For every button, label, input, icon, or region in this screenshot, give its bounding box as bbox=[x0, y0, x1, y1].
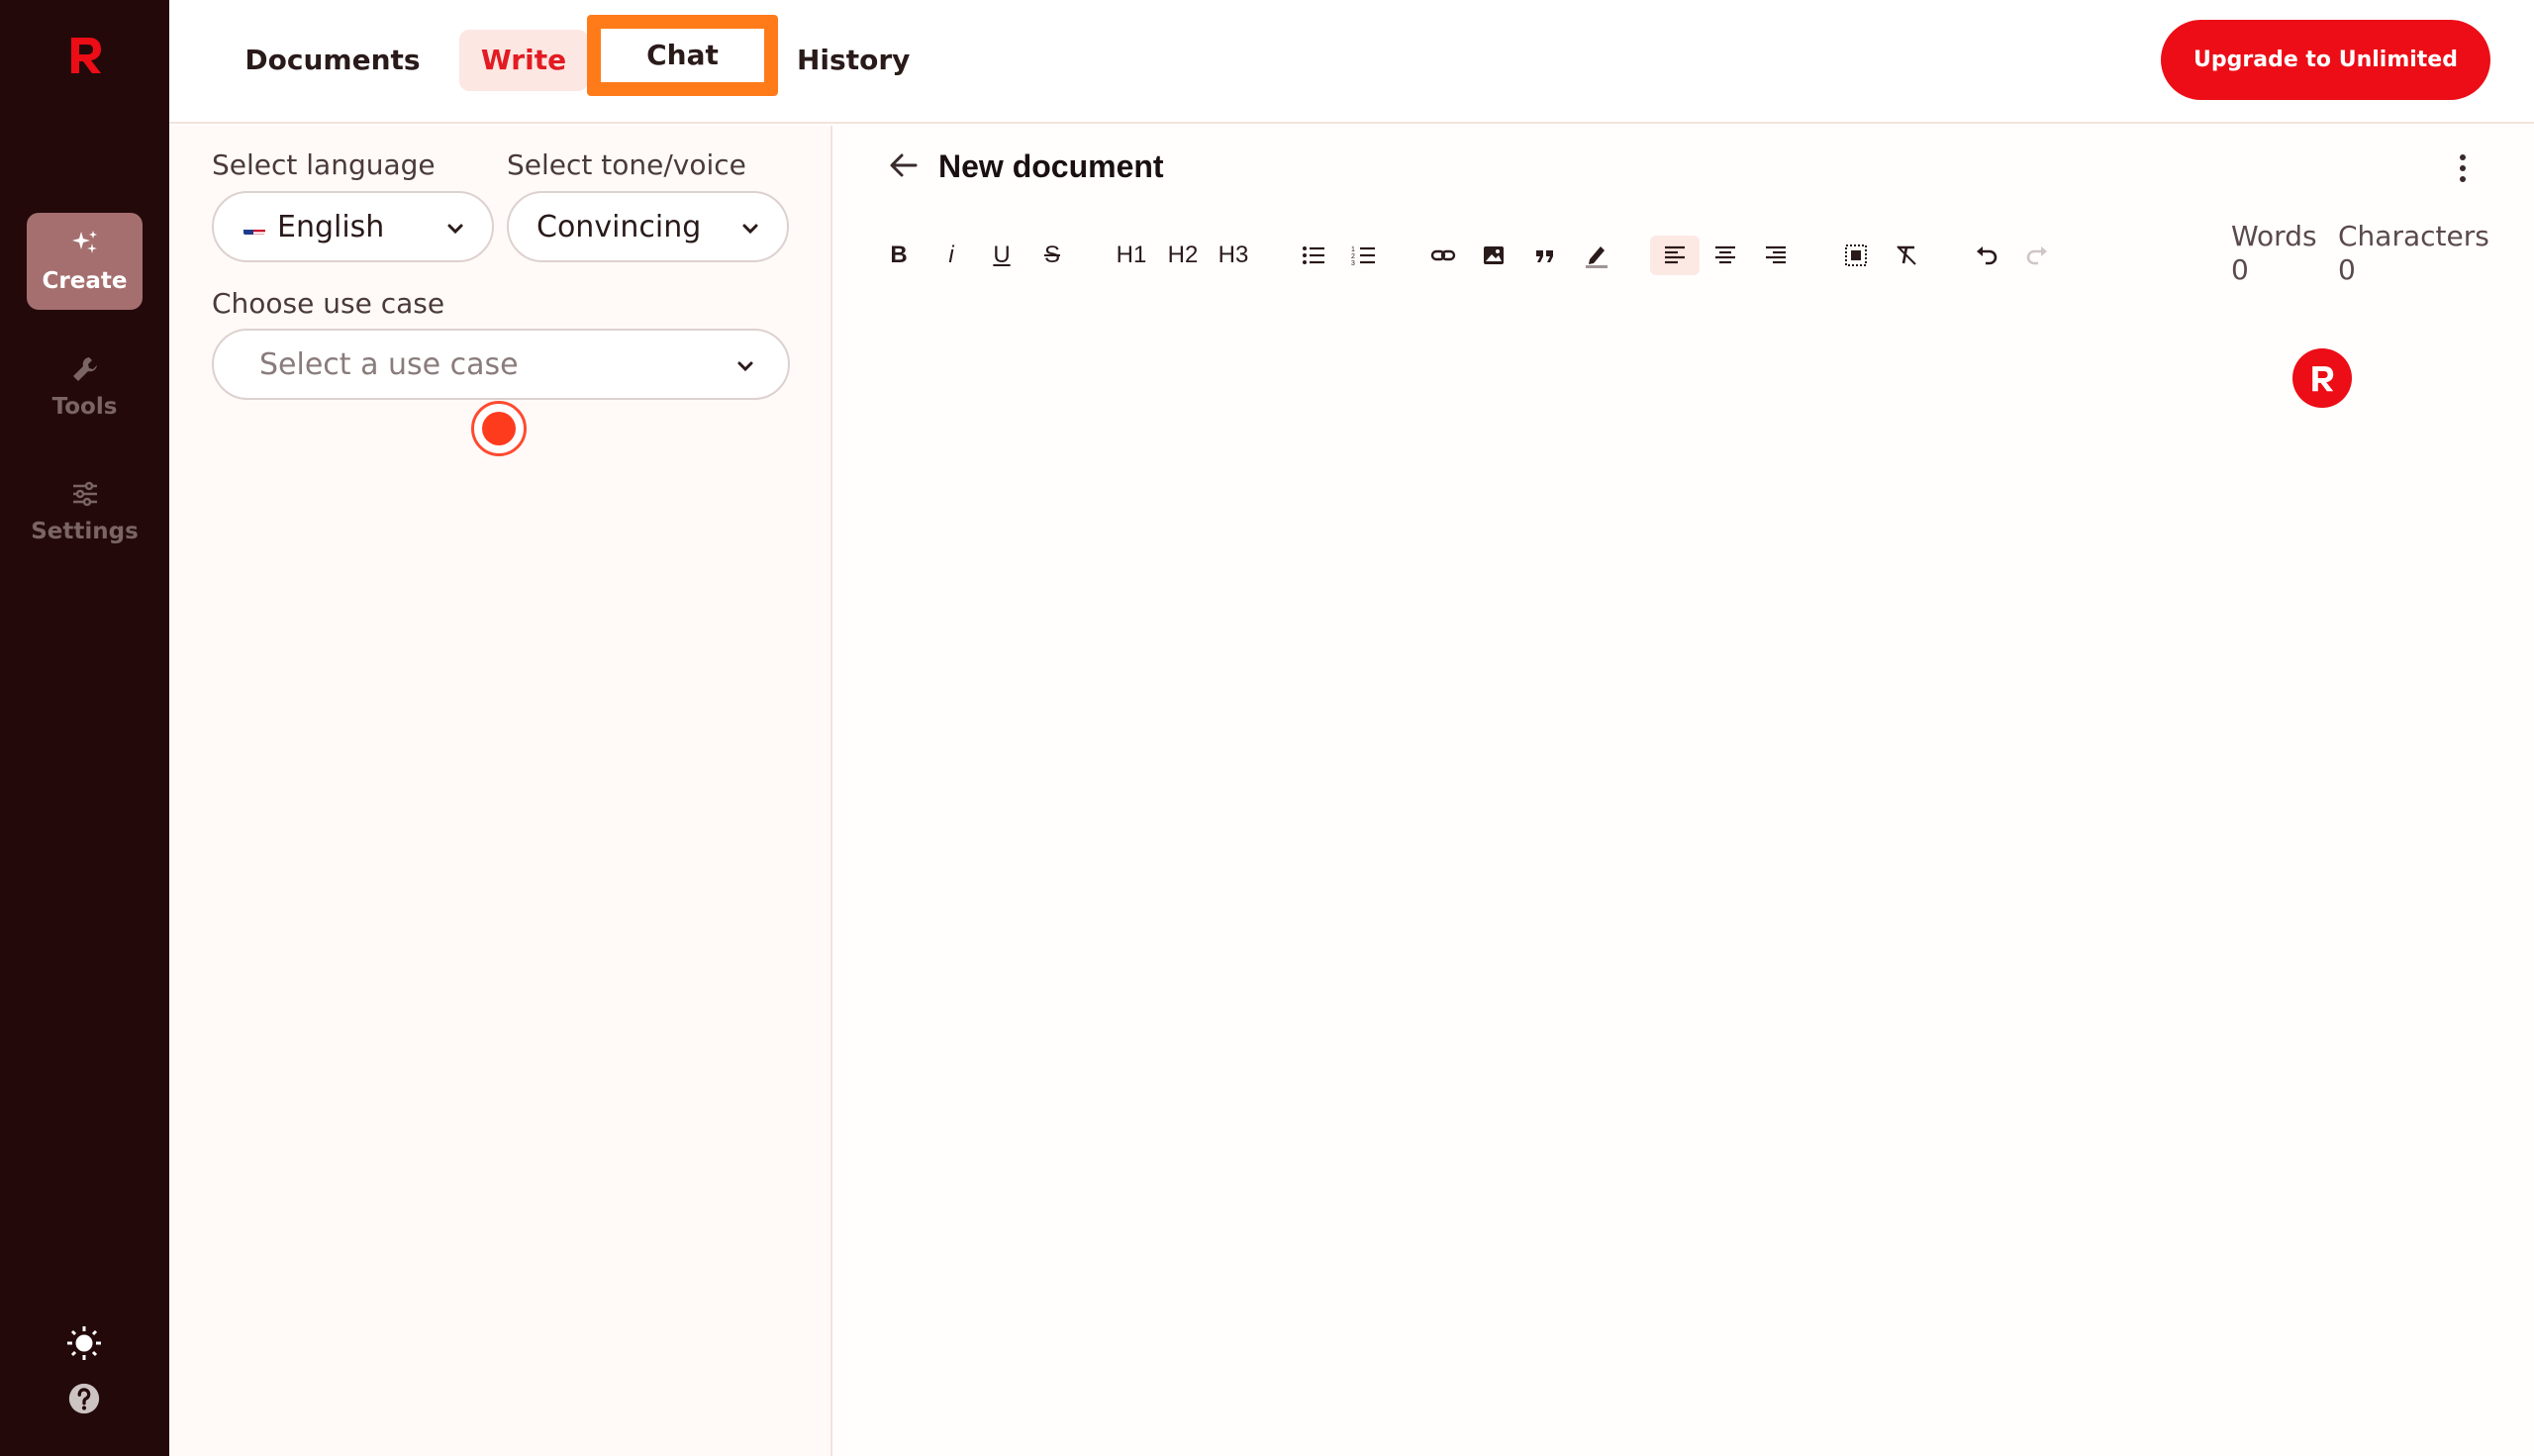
chevron-down-icon bbox=[442, 215, 468, 241]
bullet-list-icon[interactable] bbox=[1299, 236, 1328, 275]
help-icon[interactable] bbox=[65, 1380, 103, 1417]
sidebar-item-label: Settings bbox=[31, 519, 139, 544]
sparkles-icon bbox=[70, 229, 100, 258]
app-logo[interactable] bbox=[65, 34, 105, 75]
language-label: Select language bbox=[212, 148, 436, 181]
tab-documents[interactable]: Documents bbox=[229, 30, 437, 91]
character-counter: Characters 0 bbox=[2338, 220, 2489, 287]
cursor-click-indicator bbox=[471, 401, 527, 456]
usecase-placeholder: Select a use case bbox=[259, 346, 519, 382]
document-title[interactable]: New document bbox=[938, 148, 1164, 185]
editor-area[interactable] bbox=[834, 126, 2534, 1456]
sun-icon[interactable] bbox=[65, 1324, 103, 1362]
assistant-logo-icon[interactable] bbox=[2292, 348, 2352, 408]
sidebar-item-label: Tools bbox=[51, 394, 118, 420]
svg-text:1: 1 bbox=[1351, 246, 1355, 253]
more-options-icon[interactable] bbox=[2451, 152, 2475, 184]
select-all-icon[interactable] bbox=[1841, 236, 1871, 275]
clear-format-icon[interactable] bbox=[1892, 236, 1921, 275]
settings-panel bbox=[169, 126, 832, 1456]
svg-text:3: 3 bbox=[1351, 260, 1355, 267]
sidebar-item-create[interactable]: Create bbox=[27, 213, 143, 310]
align-center-icon[interactable] bbox=[1710, 236, 1740, 275]
tab-chat[interactable]: Chat bbox=[587, 15, 778, 96]
tab-write[interactable]: Write bbox=[459, 30, 588, 91]
top-bar: Documents Write Chat History Upgrade to … bbox=[169, 0, 2534, 124]
bold-button[interactable]: B bbox=[884, 236, 914, 275]
heading2-button[interactable]: H2 bbox=[1164, 236, 1202, 275]
highlight-icon[interactable] bbox=[1581, 236, 1612, 275]
sidebar-item-settings[interactable]: Settings bbox=[27, 463, 143, 560]
characters-label: Characters bbox=[2338, 220, 2489, 252]
chevron-down-icon bbox=[737, 215, 763, 241]
strikethrough-button[interactable]: S bbox=[1037, 236, 1067, 275]
chevron-down-icon bbox=[732, 352, 758, 378]
heading3-button[interactable]: H3 bbox=[1215, 236, 1252, 275]
link-icon[interactable] bbox=[1428, 236, 1458, 275]
tone-label: Select tone/voice bbox=[507, 148, 746, 181]
heading1-button[interactable]: H1 bbox=[1113, 236, 1150, 275]
numbered-list-icon[interactable]: 123 bbox=[1349, 236, 1379, 275]
words-label: Words bbox=[2231, 220, 2317, 252]
back-arrow-icon[interactable] bbox=[887, 148, 921, 182]
undo-icon[interactable] bbox=[1972, 236, 2001, 275]
image-icon[interactable] bbox=[1479, 236, 1509, 275]
underline-button[interactable]: U bbox=[987, 236, 1017, 275]
language-value: English bbox=[277, 209, 385, 244]
quote-icon[interactable] bbox=[1530, 236, 1560, 275]
sidebar: Create Tools Settings bbox=[0, 0, 169, 1456]
upgrade-button[interactable]: Upgrade to Unlimited bbox=[2161, 20, 2490, 100]
usecase-label: Choose use case bbox=[212, 287, 445, 320]
us-flag-icon bbox=[244, 219, 265, 235]
sidebar-item-tools[interactable]: Tools bbox=[27, 339, 143, 436]
tone-value: Convincing bbox=[536, 209, 702, 244]
word-counter: Words 0 bbox=[2231, 220, 2317, 287]
tone-select[interactable]: Convincing bbox=[507, 191, 789, 262]
redo-icon[interactable] bbox=[2022, 236, 2052, 275]
sliders-icon bbox=[70, 479, 100, 509]
usecase-select[interactable]: Select a use case bbox=[212, 329, 790, 400]
words-value: 0 bbox=[2231, 253, 2249, 286]
wrench-icon bbox=[70, 354, 100, 384]
characters-value: 0 bbox=[2338, 253, 2356, 286]
align-left-icon[interactable] bbox=[1650, 236, 1700, 275]
language-select[interactable]: English bbox=[212, 191, 494, 262]
svg-text:2: 2 bbox=[1351, 253, 1355, 260]
align-right-icon[interactable] bbox=[1761, 236, 1791, 275]
tab-history[interactable]: History bbox=[783, 30, 910, 91]
italic-button[interactable]: i bbox=[936, 236, 966, 275]
sidebar-item-label: Create bbox=[42, 268, 128, 294]
